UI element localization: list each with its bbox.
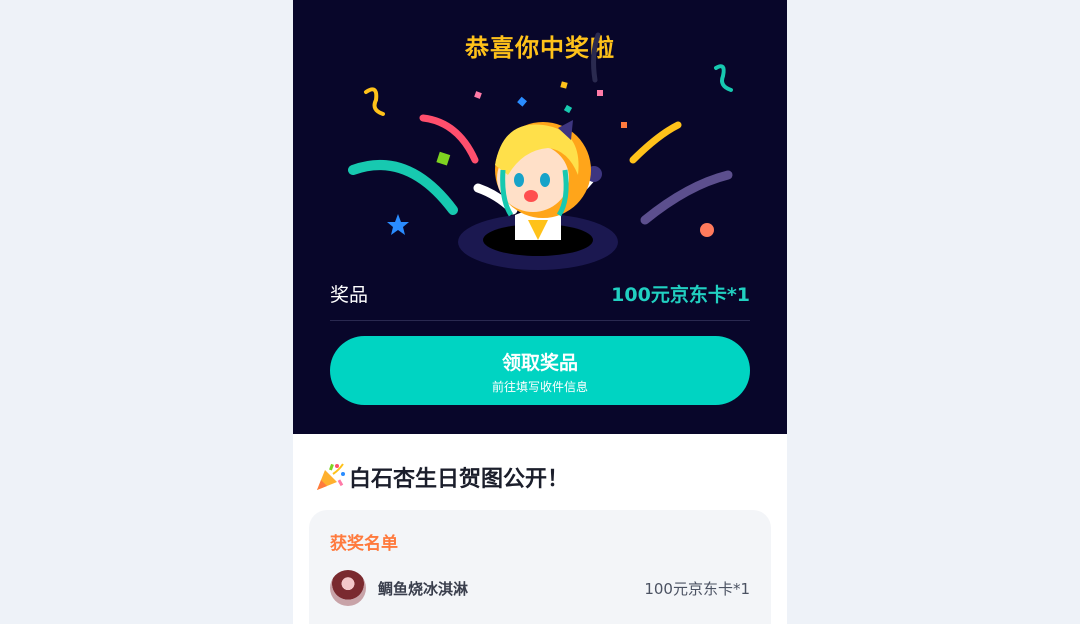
prize-row: 奖品 100元京东卡*1 <box>330 278 750 321</box>
claim-prize-sublabel: 前往填写收件信息 <box>491 380 588 394</box>
avatar <box>330 570 366 606</box>
announcement-header: 白石杏生日贺图公开！ <box>313 460 569 494</box>
celebration-illustration <box>348 32 733 270</box>
prize-value: 100元京东卡*1 <box>611 284 750 306</box>
party-popper-icon <box>317 463 345 490</box>
phone-screen: 恭喜你中奖啦 奖品 100元京东卡*1 领取奖品 前往填写收件信息 白石杏生日贺… <box>293 0 787 624</box>
prize-card: 恭喜你中奖啦 奖品 100元京东卡*1 领取奖品 前往填写收件信息 <box>293 0 787 434</box>
winners-panel: 获奖名单 鲷鱼烧冰淇淋 100元京东卡*1 <box>309 510 771 624</box>
winners-heading: 获奖名单 <box>330 534 398 554</box>
claim-prize-button[interactable]: 领取奖品 前往填写收件信息 <box>330 336 750 405</box>
prize-label: 奖品 <box>330 284 369 306</box>
winner-name: 鲷鱼烧冰淇淋 <box>378 580 469 598</box>
winner-row: 鲷鱼烧冰淇淋 100元京东卡*1 <box>330 570 750 608</box>
claim-prize-label: 领取奖品 <box>501 352 578 374</box>
announcement-title: 白石杏生日贺图公开！ <box>349 467 570 492</box>
winner-prize: 100元京东卡*1 <box>644 580 750 598</box>
